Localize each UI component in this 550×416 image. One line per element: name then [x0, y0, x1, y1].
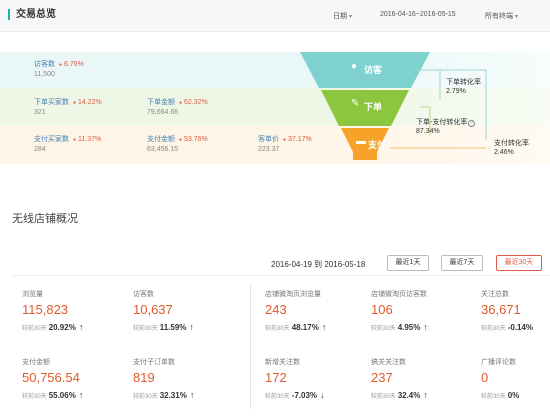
arrow-up-icon: ↑	[189, 390, 195, 400]
arrow-up-icon: ↑	[189, 322, 194, 332]
stat-value: 172	[265, 370, 287, 385]
stat-label: 店铺微淘页访客数	[371, 291, 427, 298]
stat-label: 店铺微淘页浏览量	[265, 291, 321, 298]
rate-value: 87.34%	[416, 128, 440, 135]
rate-order-pay-conversion: 下单-支付转化率? 87.34%	[416, 118, 476, 136]
rate-order-conversion: 下单转化率 2.79%	[446, 78, 481, 96]
info-icon[interactable]: ?	[468, 120, 476, 127]
stat-compare-label: 较前30天	[481, 326, 506, 332]
stat-pay-suborders: 支付子订单数 819 较前30天 32.31% ↑	[133, 357, 194, 403]
range-30day-button[interactable]: 最近30天	[496, 255, 542, 271]
arrow-up-icon: ↑	[423, 390, 428, 400]
stat-value: 237	[371, 370, 393, 385]
stat-value: 36,671	[481, 302, 521, 317]
stat-change: -7.03%	[291, 391, 318, 400]
stat-page-views: 浏览量 115,823 较前30天 20.92% ↑	[22, 289, 83, 335]
rate-label: 支付转化率	[494, 140, 529, 147]
stat-compare-label: 较前30天	[22, 394, 47, 400]
rate-pay-conversion: 支付转化率 2.46%	[494, 139, 529, 157]
stat-label: 支付子订单数	[133, 359, 175, 366]
stat-lost-followers: 搞关关注数 237 较前30天 32.4% ↑	[371, 357, 428, 403]
stat-compare-label: 较前30天	[133, 326, 158, 332]
stat-label: 关注总数	[481, 291, 509, 298]
stat-new-followers: 新增关注数 172 较前30天 -7.03% ↓	[265, 357, 325, 403]
stat-change: 48.17%	[291, 323, 319, 332]
stat-value: 115,823	[22, 302, 69, 317]
stat-change: 32.31%	[159, 391, 187, 400]
range-1day-button[interactable]: 最近1天	[387, 255, 429, 271]
column-divider	[250, 284, 251, 409]
stat-label: 支付金额	[22, 359, 50, 366]
funnel-connectors	[390, 69, 487, 149]
stat-label: 新增关注数	[265, 359, 300, 366]
stat-label: 访客数	[133, 291, 154, 298]
rate-value: 2.46%	[494, 149, 514, 156]
arrow-up-icon: ↑	[78, 322, 84, 332]
arrow-up-icon: ↑	[321, 322, 327, 332]
arrow-up-icon: ↑	[423, 322, 428, 332]
stat-followers-total: 关注总数 36,671 较前30天 -0.14%	[481, 289, 533, 335]
stat-change: 4.95%	[397, 323, 421, 332]
arrow-up-icon: ↑	[78, 390, 84, 400]
stat-value: 106	[371, 302, 393, 317]
stat-change: 20.92%	[48, 323, 76, 332]
stat-label: 浏览量	[22, 291, 43, 298]
stat-pay-amount: 支付金额 50,756.54 较前30天 55.06% ↑	[22, 357, 83, 403]
stat-value: 243	[265, 302, 287, 317]
stat-compare-label: 较前30天	[22, 326, 47, 332]
rate-value: 2.79%	[446, 88, 466, 95]
stat-compare-label: 较前30天	[371, 326, 396, 332]
rate-label: 下单转化率	[446, 79, 481, 86]
stat-value: 819	[133, 370, 155, 385]
stat-change: -0.14%	[507, 323, 534, 332]
wireless-section-title: 无线店铺概况	[12, 213, 78, 225]
stat-change: 11.59%	[159, 323, 187, 332]
stat-change: 32.4%	[397, 391, 421, 400]
stat-weitao-visitors: 店铺微淘页访客数 106 较前30天 4.95% ↑	[371, 289, 428, 335]
stat-compare-label: 较前30天	[133, 394, 158, 400]
stat-label: 广播评论数	[481, 359, 516, 366]
stat-compare-label: 较前30天	[481, 394, 506, 400]
wireless-date-range: 2016-04-19 到 2016-05-18	[271, 260, 366, 269]
stat-broadcast-comments: 广播评论数 0 较前30天 0%	[481, 357, 519, 403]
stat-visitors: 访客数 10,637 较前30天 11.59% ↑	[133, 289, 194, 335]
range-7day-button[interactable]: 最近7天	[441, 255, 483, 271]
stat-change: 55.06%	[48, 391, 76, 400]
stat-value: 10,637	[133, 302, 173, 317]
stat-compare-label: 较前30天	[265, 326, 290, 332]
stat-change: 0%	[507, 391, 520, 400]
stat-weitao-views: 店铺微淘页浏览量 243 较前30天 48.17% ↑	[265, 289, 326, 335]
stat-value: 50,756.54	[22, 370, 80, 385]
stat-label: 搞关关注数	[371, 359, 406, 366]
section-divider	[12, 275, 550, 276]
rate-label: 下单-支付转化率	[416, 119, 468, 126]
stat-compare-label: 较前30天	[371, 394, 396, 400]
stat-compare-label: 较前30天	[265, 394, 290, 400]
stat-value: 0	[481, 370, 489, 385]
arrow-down-icon: ↓	[320, 390, 325, 400]
